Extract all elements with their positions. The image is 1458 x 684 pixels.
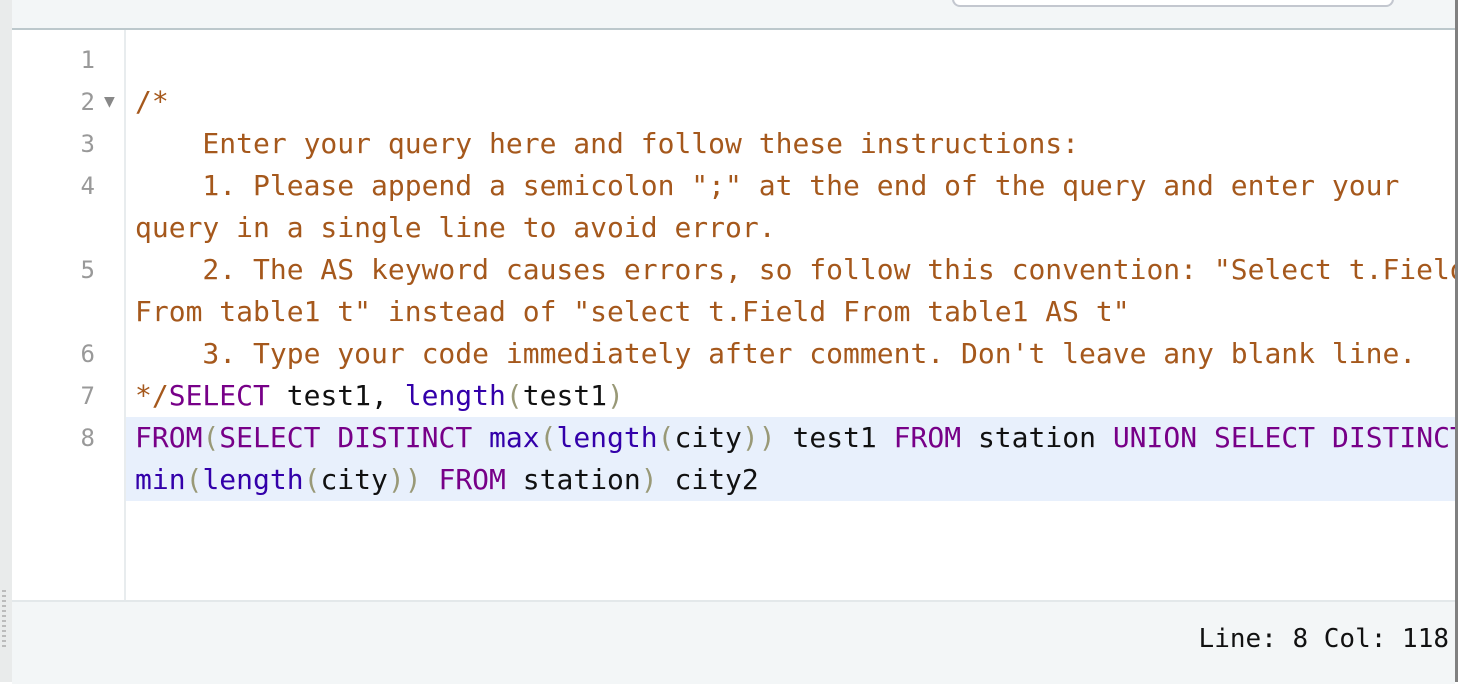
line-number: 7 (80, 382, 95, 410)
line-number: 6 (80, 340, 95, 368)
code-text: From table1 t" instead of "select t.Fiel… (135, 291, 1130, 333)
token-comment: /* (135, 85, 169, 118)
line-number: 5 (80, 256, 95, 284)
token-kw: FROM (893, 421, 962, 454)
code-text: min(length(city)) FROM station) city2 (135, 459, 759, 501)
code-line[interactable]: 5 2. The AS keyword causes errors, so fo… (12, 249, 1455, 291)
token-paren: )) (741, 421, 776, 454)
line-number: 4 (80, 172, 95, 200)
token-paren: ( (539, 421, 557, 454)
token-paren: ( (185, 463, 203, 496)
token-paren: ( (202, 421, 220, 454)
token-fn: length (404, 379, 506, 412)
code-line[interactable]: 1 (12, 39, 1455, 81)
token-kw: UNION (1112, 421, 1198, 454)
token-comment: 2. The AS keyword causes errors, so foll… (135, 253, 1455, 286)
token-kw: FROM (135, 421, 203, 454)
line-number: 3 (80, 130, 95, 158)
line-number: 8 (80, 424, 95, 452)
toolbar-input[interactable] (952, 0, 1394, 7)
code-text: 2. The AS keyword causes errors, so foll… (135, 249, 1455, 291)
status-bar: Line: 8 Col: 118 (12, 600, 1455, 684)
token-paren: ( (505, 379, 523, 412)
resize-handle[interactable] (2, 590, 6, 650)
token-kw: SELECT (219, 421, 321, 454)
token-plain: city (320, 463, 388, 496)
token-kw: FROM (438, 463, 506, 496)
token-paren: )) (387, 463, 422, 496)
token-fn: min (135, 463, 186, 496)
token-plain: station (961, 421, 1113, 454)
token-comment: From table1 t" instead of "select t.Fiel… (135, 295, 1130, 328)
code-line[interactable]: min(length(city)) FROM station) city2 (126, 459, 1455, 501)
token-plain: city2 (657, 463, 759, 496)
token-kw: SELECT (168, 379, 270, 412)
code-text: query in a single line to avoid error. (135, 207, 776, 249)
token-comment: Enter your query here and follow these i… (135, 127, 1080, 160)
code-line[interactable]: From table1 t" instead of "select t.Fiel… (12, 291, 1455, 333)
token-paren: ( (303, 463, 321, 496)
cursor-position: Line: 8 Col: 118 (1198, 624, 1449, 654)
code-text: FROM(SELECT DISTINCT max(length(city)) t… (135, 417, 1455, 459)
code-line[interactable]: 7 */SELECT test1, length(test1) (12, 375, 1455, 417)
token-plain: test1, (269, 379, 405, 412)
token-paren: ) (640, 463, 658, 496)
fold-toggle-icon[interactable]: ▼ (104, 81, 115, 123)
code-line[interactable]: 2 ▼ /* (12, 81, 1455, 123)
token-comment: query in a single line to avoid error. (135, 211, 776, 244)
token-kw: SELECT (1213, 421, 1316, 454)
top-toolbar (12, 0, 1458, 30)
code-line[interactable]: 8 FROM(SELECT DISTINCT max(length(city)) … (81, 417, 1455, 459)
code-line[interactable]: query in a single line to avoid error. (12, 207, 1455, 249)
line-number: 2 (80, 88, 95, 116)
code-text: 3. Type your code immediately after comm… (135, 333, 1416, 375)
token-plain: city (674, 421, 742, 454)
left-panel-edge (0, 0, 12, 682)
code-text: Enter your query here and follow these i… (135, 123, 1079, 165)
code-text: /* (135, 81, 169, 123)
token-fn: max (489, 421, 540, 454)
code-text: */SELECT test1, length(test1) (135, 375, 624, 417)
token-kw: DISTINCT (337, 421, 473, 454)
token-paren: ) (607, 379, 624, 412)
code-line[interactable]: 6 3. Type your code immediately after co… (12, 333, 1455, 375)
token-comment: */ (135, 379, 169, 412)
token-paren: ( (657, 421, 675, 454)
code-editor[interactable]: 1 2 ▼ /* 3 Enter your query here and follow … (12, 39, 1455, 599)
token-comment: 3. Type your code immediately after comm… (135, 337, 1417, 370)
code-line[interactable]: 4 1. Please append a semicolon ";" at th… (12, 165, 1455, 207)
token-kw: DISTINCT (1331, 421, 1455, 454)
code-text: 1. Please append a semicolon ";" at the … (135, 165, 1399, 207)
code-line[interactable]: 3 Enter your query here and follow these… (12, 123, 1455, 165)
line-number: 1 (80, 46, 95, 74)
token-fn: length (202, 463, 304, 496)
token-fn: length (556, 421, 658, 454)
token-plain: station (505, 463, 641, 496)
token-plain: test1 (522, 379, 608, 412)
token-plain: test1 (775, 421, 894, 454)
token-comment: 1. Please append a semicolon ";" at the … (135, 169, 1400, 202)
